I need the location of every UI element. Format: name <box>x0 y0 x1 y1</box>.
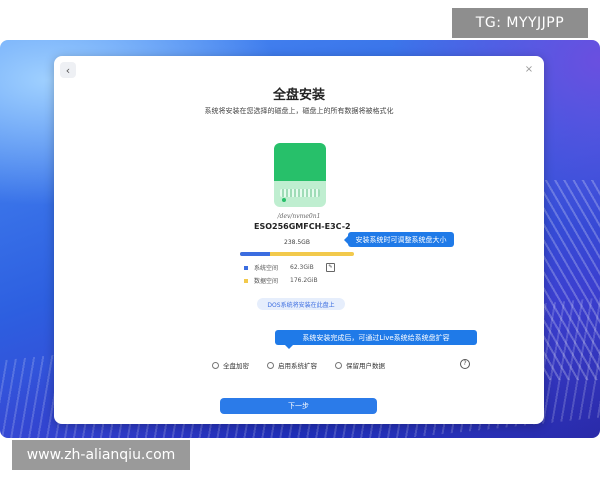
dialog-subtitle: 系统将安装在您选择的磁盘上，磁盘上的所有数据将被格式化 <box>204 107 394 115</box>
help-icon[interactable]: ? <box>460 359 470 369</box>
next-button[interactable]: 下一步 <box>220 398 377 414</box>
disk-size: 238.5GB <box>284 239 310 246</box>
legend-system-value: 62.3GiB <box>290 264 314 271</box>
legend-system-label: 系统空间 <box>254 265 279 272</box>
desktop-background: ‹ × 全盘安装 系统将安装在您选择的磁盘上，磁盘上的所有数据将被格式化 /de… <box>0 40 600 438</box>
watermark-bottom: www.zh-alianqiu.com <box>12 440 190 470</box>
resize-tooltip: 安装系统时可调整系统盘大小 <box>344 232 454 247</box>
live-expand-tooltip: 系统安装完成后，可通过Live系统给系统盘扩容 <box>275 330 477 349</box>
watermark-top: TG: MYYJJPP <box>452 8 588 38</box>
option-keep-user-data[interactable]: 保留用户数据 <box>335 360 385 370</box>
install-dialog: ‹ × 全盘安装 系统将安装在您选择的磁盘上，磁盘上的所有数据将被格式化 /de… <box>54 56 544 424</box>
wallpaper-wave-right <box>540 180 600 380</box>
disk-model: ESO256GMFCH-E3C-2 <box>254 222 351 231</box>
close-icon: × <box>524 63 534 75</box>
radio-icon[interactable] <box>335 361 342 369</box>
back-icon: ‹ <box>65 63 71 77</box>
radio-icon[interactable] <box>267 361 274 369</box>
back-button[interactable]: ‹ <box>60 62 76 78</box>
legend-system: 系统空间 62.3GiB ✎ <box>244 263 335 272</box>
system-space-fill <box>240 252 270 256</box>
close-button[interactable]: × <box>522 62 536 76</box>
option-label: 启用系统扩容 <box>278 362 317 370</box>
option-enable-system-expansion[interactable]: 启用系统扩容 <box>267 360 317 370</box>
disk-icon[interactable] <box>274 143 326 207</box>
edit-icon[interactable]: ✎ <box>326 263 335 272</box>
dialog-title: 全盘安装 <box>272 88 325 103</box>
system-color-icon <box>244 265 248 270</box>
disk-path: /dev/nvme0n1 <box>277 213 321 220</box>
install-target-badge: DOS系统将安装在此盘上 <box>257 298 345 310</box>
disk-usage-bar <box>240 252 354 256</box>
option-label: 全盘加密 <box>223 362 249 370</box>
legend-data: 数据空间 176.2GiB <box>244 276 326 285</box>
legend-data-value: 176.2GiB <box>290 277 318 284</box>
install-options: 全盘加密 启用系统扩容 保留用户数据 <box>212 360 403 370</box>
radio-icon[interactable] <box>212 361 219 369</box>
option-label: 保留用户数据 <box>346 362 385 370</box>
option-full-disk-encryption[interactable]: 全盘加密 <box>212 360 249 370</box>
legend-data-label: 数据空间 <box>254 278 279 285</box>
data-color-icon <box>244 278 248 283</box>
